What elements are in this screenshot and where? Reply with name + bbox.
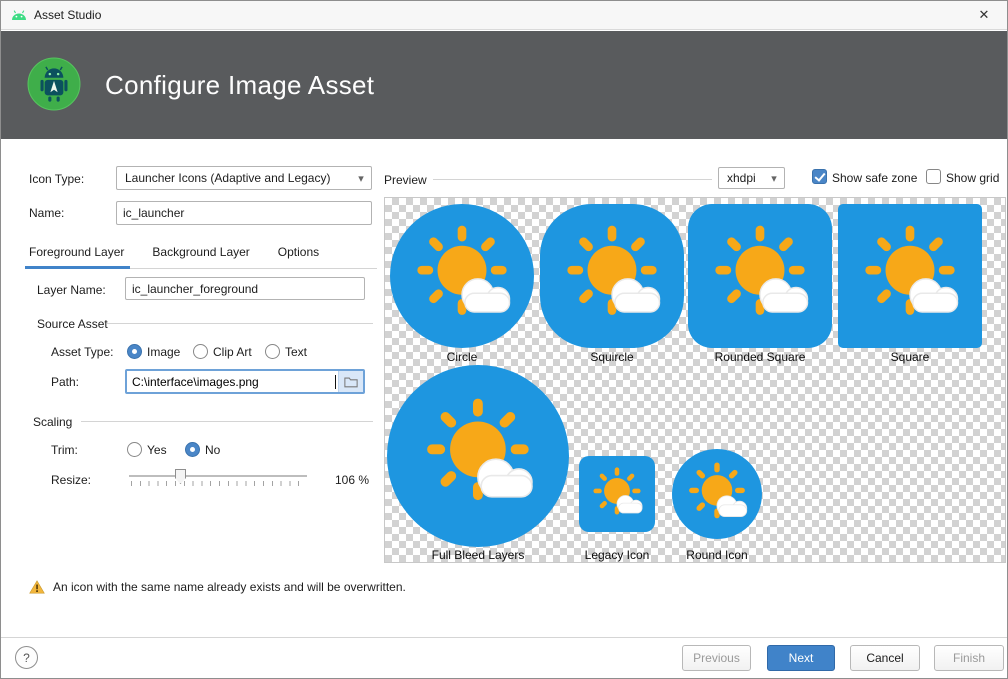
preview-label-squircle: Squircle <box>590 350 633 364</box>
trim-label: Trim: <box>51 443 78 457</box>
layer-name-label: Layer Name: <box>37 283 106 297</box>
path-field[interactable] <box>125 369 365 394</box>
preview-icon-square <box>838 204 982 348</box>
warning-row: An icon with the same name already exist… <box>29 580 406 594</box>
asset-type-clipart-label[interactable]: Clip Art <box>213 345 252 359</box>
name-input[interactable] <box>116 201 372 225</box>
slider-ticks <box>131 481 307 486</box>
preview-label-full-bleed: Full Bleed Layers <box>432 548 525 562</box>
asset-type-label: Asset Type: <box>51 345 113 359</box>
window-title: Asset Studio <box>34 8 101 22</box>
show-safe-zone-checkbox[interactable] <box>812 169 827 184</box>
browse-folder-button[interactable] <box>338 371 363 392</box>
next-button[interactable]: Next <box>767 645 835 671</box>
warning-text: An icon with the same name already exist… <box>53 580 406 594</box>
finish-button[interactable]: Finish <box>934 645 1004 671</box>
preview-divider <box>433 179 712 180</box>
show-grid-label[interactable]: Show grid <box>946 171 999 185</box>
chevron-down-icon: ▾ <box>764 172 784 185</box>
android-icon <box>11 9 27 21</box>
android-studio-logo-icon <box>27 57 81 114</box>
header-banner: Configure Image Asset <box>1 31 1007 139</box>
previous-button[interactable]: Previous <box>682 645 751 671</box>
title-bar: Asset Studio ✕ <box>1 1 1007 30</box>
chevron-down-icon: ▾ <box>351 172 371 185</box>
preview-label-square: Square <box>891 350 930 364</box>
cancel-button[interactable]: Cancel <box>850 645 920 671</box>
layer-name-input[interactable] <box>125 277 365 300</box>
path-label: Path: <box>51 375 79 389</box>
trim-radio-yes[interactable] <box>127 442 142 457</box>
trim-no-label[interactable]: No <box>205 443 220 457</box>
asset-type-radio-text[interactable] <box>265 344 280 359</box>
trim-yes-label[interactable]: Yes <box>147 443 167 457</box>
asset-type-radio-image[interactable] <box>127 344 142 359</box>
path-input[interactable] <box>127 375 335 389</box>
asset-type-text-label[interactable]: Text <box>285 345 307 359</box>
preview-board: Circle Squircle Rounded Square Square Fu… <box>384 197 1006 563</box>
text-caret <box>335 375 336 389</box>
preview-icon-squircle <box>540 204 684 348</box>
dialog-title: Configure Image Asset <box>105 70 374 101</box>
preview-label-round: Round Icon <box>686 548 747 562</box>
density-dropdown[interactable]: xhdpi ▾ <box>718 167 785 189</box>
preview-label-legacy: Legacy Icon <box>585 548 650 562</box>
preview-icon-legacy <box>579 456 655 532</box>
density-value: xhdpi <box>719 171 764 185</box>
scaling-divider <box>81 421 373 422</box>
asset-type-radio-clipart[interactable] <box>193 344 208 359</box>
close-icon[interactable]: ✕ <box>975 7 993 23</box>
asset-studio-dialog: Asset Studio ✕ Configure Image Asset <box>0 0 1008 679</box>
name-label: Name: <box>29 206 64 220</box>
source-asset-divider <box>107 323 373 324</box>
footer-bar: ? Previous Next Cancel Finish <box>1 637 1007 678</box>
preview-label-rounded-square: Rounded Square <box>715 350 806 364</box>
resize-label: Resize: <box>51 473 91 487</box>
tab-foreground-layer[interactable]: Foreground Layer <box>25 239 136 268</box>
preview-label: Preview <box>384 173 427 187</box>
preview-icon-round <box>672 449 762 539</box>
slider-track <box>129 475 307 477</box>
preview-icon-full-bleed <box>387 365 569 547</box>
preview-label-circle: Circle <box>447 350 478 364</box>
resize-value: 106 % <box>335 473 369 487</box>
warning-icon <box>29 580 45 594</box>
show-grid-checkbox[interactable] <box>926 169 941 184</box>
source-asset-group-label: Source Asset <box>37 317 108 331</box>
help-button[interactable]: ? <box>15 646 38 669</box>
tab-options[interactable]: Options <box>274 239 331 268</box>
folder-icon <box>344 376 358 388</box>
scaling-group-label: Scaling <box>33 415 72 429</box>
show-safe-zone-label[interactable]: Show safe zone <box>832 171 917 185</box>
preview-icon-circle <box>390 204 534 348</box>
icon-type-value: Launcher Icons (Adaptive and Legacy) <box>117 171 351 185</box>
asset-type-image-label[interactable]: Image <box>147 345 180 359</box>
resize-slider[interactable] <box>129 469 307 489</box>
icon-type-dropdown[interactable]: Launcher Icons (Adaptive and Legacy) ▾ <box>116 166 372 190</box>
tab-background-layer[interactable]: Background Layer <box>148 239 261 268</box>
icon-type-label: Icon Type: <box>29 172 84 186</box>
preview-icon-rounded-square <box>688 204 832 348</box>
layer-tabs: Foreground Layer Background Layer Option… <box>25 239 377 269</box>
trim-radio-no[interactable] <box>185 442 200 457</box>
